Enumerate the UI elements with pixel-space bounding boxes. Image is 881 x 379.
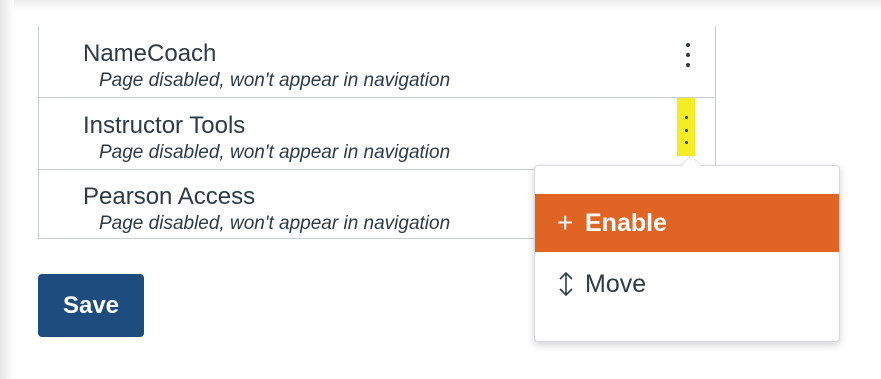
kebab-menu-icon[interactable] (677, 98, 695, 156)
menu-pointer (681, 156, 701, 166)
frame-shadow (0, 0, 14, 379)
nav-item-title: Pearson Access (83, 183, 256, 210)
move-label: Move (585, 269, 647, 298)
kebab-dot (684, 116, 688, 119)
nav-item-status: Page disabled, won't appear in navigatio… (99, 70, 451, 91)
move-menu-item[interactable]: Move (535, 255, 839, 313)
kebab-dot (684, 128, 688, 132)
plus-icon: + (557, 207, 574, 238)
kebab-dot (684, 141, 688, 144)
nav-item-instructor-tools[interactable]: Instructor Tools Page disabled, won't ap… (39, 98, 715, 170)
save-button[interactable]: Save (38, 274, 144, 337)
kebab-dot (686, 63, 690, 67)
kebab-dot (686, 43, 690, 47)
nav-item-options-menu: + Enable Move (534, 155, 840, 342)
nav-item-namecoach[interactable]: NameCoach Page disabled, won't appear in… (39, 26, 715, 98)
page-frame: NameCoach Page disabled, won't appear in… (0, 0, 881, 379)
kebab-menu-icon[interactable] (679, 40, 697, 70)
kebab-dot (686, 53, 690, 57)
nav-item-status: Page disabled, won't appear in navigatio… (99, 142, 451, 163)
frame-shadow (0, 0, 881, 10)
enable-menu-item[interactable]: + Enable (535, 194, 839, 252)
enable-label: Enable (585, 208, 667, 237)
move-arrows-icon (557, 271, 585, 297)
nav-item-title: NameCoach (83, 40, 217, 67)
nav-item-title: Instructor Tools (83, 112, 246, 139)
nav-item-status: Page disabled, won't appear in navigatio… (99, 213, 451, 234)
